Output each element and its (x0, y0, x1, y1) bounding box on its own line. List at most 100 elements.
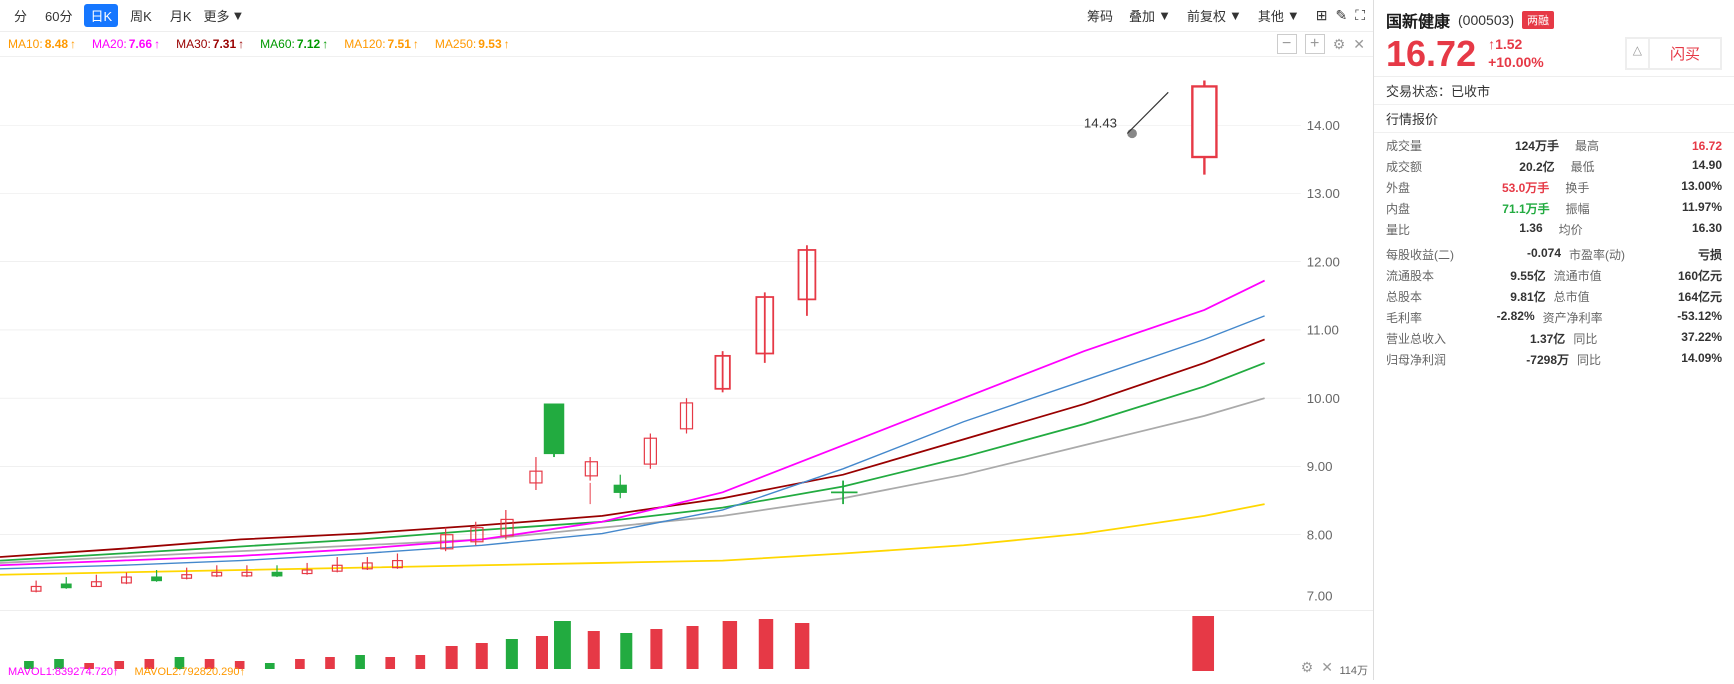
svg-text:8.00: 8.00 (1307, 528, 1333, 543)
label-pe: 市盈率(动) (1569, 246, 1661, 263)
ma60: MA60: 7.12 ↑ (260, 37, 328, 51)
stock-header: 国新健康 (000503) 两融 16.72 ↑1.52 +10.00% △ 闪… (1374, 0, 1734, 77)
stock-price-row: 16.72 ↑1.52 +10.00% △ 闪买 (1386, 36, 1722, 72)
toolbar-qita[interactable]: 其他 ▼ (1258, 6, 1300, 25)
svg-text:10.00: 10.00 (1307, 391, 1340, 406)
label-ltshares: 流通股本 (1386, 267, 1472, 284)
value-neipan: 71.1万手 (1456, 200, 1566, 217)
volume-scale: 114万 (1339, 662, 1368, 678)
data-row-11: 归母净利润 -7298万 同比 14.09% (1386, 349, 1722, 370)
value-grossmargin: -2.82% (1459, 309, 1542, 326)
ma-bar: MA10: 8.48 ↑ MA20: 7.66 ↑ MA30: 7.31 ↑ M… (0, 32, 1373, 57)
change-abs: ↑1.52 (1488, 36, 1544, 52)
data-row-2: 成交额 20.2亿 最低 14.90 (1386, 156, 1722, 177)
label-rev-yoy: 同比 (1573, 330, 1639, 347)
value-ltcap: 160亿元 (1640, 267, 1722, 284)
volume-labels: MAVOL1:839274.720↑ MAVOL2:792820.290↑ (8, 666, 245, 678)
svg-text:11.00: 11.00 (1307, 323, 1339, 338)
mavol2-label: MAVOL2:792820.290↑ (134, 666, 244, 678)
plus-icon[interactable]: + (1305, 34, 1325, 54)
ma250: MA250: 9.53 ↑ (435, 37, 510, 51)
label-zhenfu: 振幅 (1566, 200, 1636, 217)
label-neipan: 内盘 (1386, 200, 1456, 217)
ma120: MA120: 7.51 ↑ (344, 37, 419, 51)
section-title: 行情报价 (1374, 105, 1734, 133)
value-ltshares: 9.55亿 (1472, 267, 1554, 284)
value-pe: 亏损 (1661, 246, 1722, 263)
chart-controls: − + ⚙ ✕ (1277, 34, 1365, 54)
svg-text:14.00: 14.00 (1307, 118, 1340, 133)
value-chengjiaoe: 20.2亿 (1471, 158, 1571, 175)
toolbar-diejia[interactable]: 叠加 ▼ (1129, 6, 1171, 25)
volume-close-icon[interactable]: ✕ (1321, 659, 1333, 676)
ma30: MA30: 7.31 ↑ (176, 37, 244, 51)
value-netprofit: -7298万 (1486, 351, 1577, 368)
label-zuigao: 最高 (1575, 137, 1646, 154)
toolbar-dayk[interactable]: 日K (84, 4, 118, 27)
label-ltcap: 流通市值 (1554, 267, 1640, 284)
ma10: MA10: 8.48 ↑ (8, 37, 76, 51)
data-row-3: 外盘 53.0万手 换手 13.00% (1386, 177, 1722, 198)
data-row-4: 内盘 71.1万手 振幅 11.97% (1386, 198, 1722, 219)
toolbar-yuek[interactable]: 月K (164, 4, 198, 27)
stock-name: 国新健康 (1386, 8, 1450, 32)
value-zuigao: 16.72 (1645, 139, 1722, 153)
label-grossmargin: 毛利率 (1386, 309, 1459, 326)
price-chart: 14.00 13.00 12.00 11.00 10.00 9.00 8.00 … (0, 57, 1373, 610)
flash-buy-area: △ 闪买 (1625, 37, 1722, 72)
toolbar-chouma[interactable]: 筹码 (1087, 6, 1113, 25)
data-row-6: 每股收益(二) -0.074 市盈率(动) 亏损 (1386, 244, 1722, 265)
value-huanshou: 13.00% (1635, 179, 1722, 196)
minus-icon[interactable]: − (1277, 34, 1297, 54)
grid-icon[interactable]: ⊞ (1316, 7, 1328, 24)
data-row-8: 总股本 9.81亿 总市值 164亿元 (1386, 286, 1722, 307)
value-zuidi: 14.90 (1643, 158, 1722, 175)
label-chengjiaoe: 成交额 (1386, 158, 1471, 175)
volume-bar-controls: ⚙ ✕ (1301, 659, 1333, 676)
margin-badge: 两融 (1522, 11, 1554, 29)
value-revenue: 1.37亿 (1488, 330, 1573, 347)
close-icon[interactable]: ✕ (1353, 36, 1365, 53)
value-np-yoy: 14.09% (1641, 351, 1722, 368)
edit-icon[interactable]: ✎ (1335, 7, 1347, 24)
toolbar-fuquan[interactable]: 前复权 ▼ (1187, 6, 1242, 25)
value-junjia: 16.30 (1637, 221, 1722, 238)
label-totalcap: 总市值 (1554, 288, 1634, 305)
data-row-9: 毛利率 -2.82% 资产净利率 -53.12% (1386, 307, 1722, 328)
volume-settings-icon[interactable]: ⚙ (1301, 659, 1314, 676)
chevron-down-icon: ▼ (1229, 8, 1242, 23)
trade-status: 交易状态：已收市 (1374, 77, 1734, 105)
value-liangbi: 1.36 (1465, 221, 1559, 238)
label-junjia: 均价 (1559, 221, 1638, 238)
value-totalshares: 9.81亿 (1466, 288, 1554, 305)
data-row-7: 流通股本 9.55亿 流通市值 160亿元 (1386, 265, 1722, 286)
label-eps: 每股收益(二) (1386, 246, 1490, 263)
flash-buy-button[interactable]: 闪买 (1649, 38, 1721, 69)
value-eps: -0.074 (1490, 246, 1569, 263)
value-rev-yoy: 37.22% (1639, 330, 1722, 347)
chart-main: 14.00 13.00 12.00 11.00 10.00 9.00 8.00 … (0, 57, 1373, 610)
toolbar-zhouk[interactable]: 周K (124, 4, 158, 27)
stock-code: (000503) (1458, 12, 1514, 28)
settings-icon[interactable]: ⚙ (1333, 36, 1346, 53)
toolbar-icons: ⊞ ✎ ⛶ (1316, 7, 1365, 24)
toolbar-right: 筹码 叠加 ▼ 前复权 ▼ 其他 ▼ ⊞ ✎ ⛶ (1087, 6, 1365, 25)
toolbar-fen[interactable]: 分 (8, 4, 33, 27)
toolbar-more[interactable]: 更多 ▼ (204, 6, 245, 25)
right-panel: 国新健康 (000503) 两融 16.72 ↑1.52 +10.00% △ 闪… (1374, 0, 1734, 680)
label-netprofit: 归母净利润 (1386, 351, 1486, 368)
arrow-up-button[interactable]: △ (1626, 38, 1649, 69)
value-roa: -53.12% (1640, 309, 1722, 326)
chevron-down-icon: ▼ (1158, 8, 1171, 23)
data-fields: 成交量 124万手 最高 16.72 成交额 20.2亿 最低 14.90 外盘… (1374, 133, 1734, 372)
label-roa: 资产净利率 (1543, 309, 1640, 326)
svg-text:12.00: 12.00 (1307, 255, 1340, 270)
expand-icon[interactable]: ⛶ (1355, 7, 1365, 24)
svg-text:9.00: 9.00 (1307, 459, 1333, 474)
svg-text:13.00: 13.00 (1307, 186, 1340, 201)
value-totalcap: 164亿元 (1634, 288, 1722, 305)
label-liangbi: 量比 (1386, 221, 1465, 238)
label-zuidi: 最低 (1571, 158, 1644, 175)
toolbar-60fen[interactable]: 60分 (39, 4, 78, 27)
svg-text:14.43: 14.43 (1084, 116, 1117, 131)
